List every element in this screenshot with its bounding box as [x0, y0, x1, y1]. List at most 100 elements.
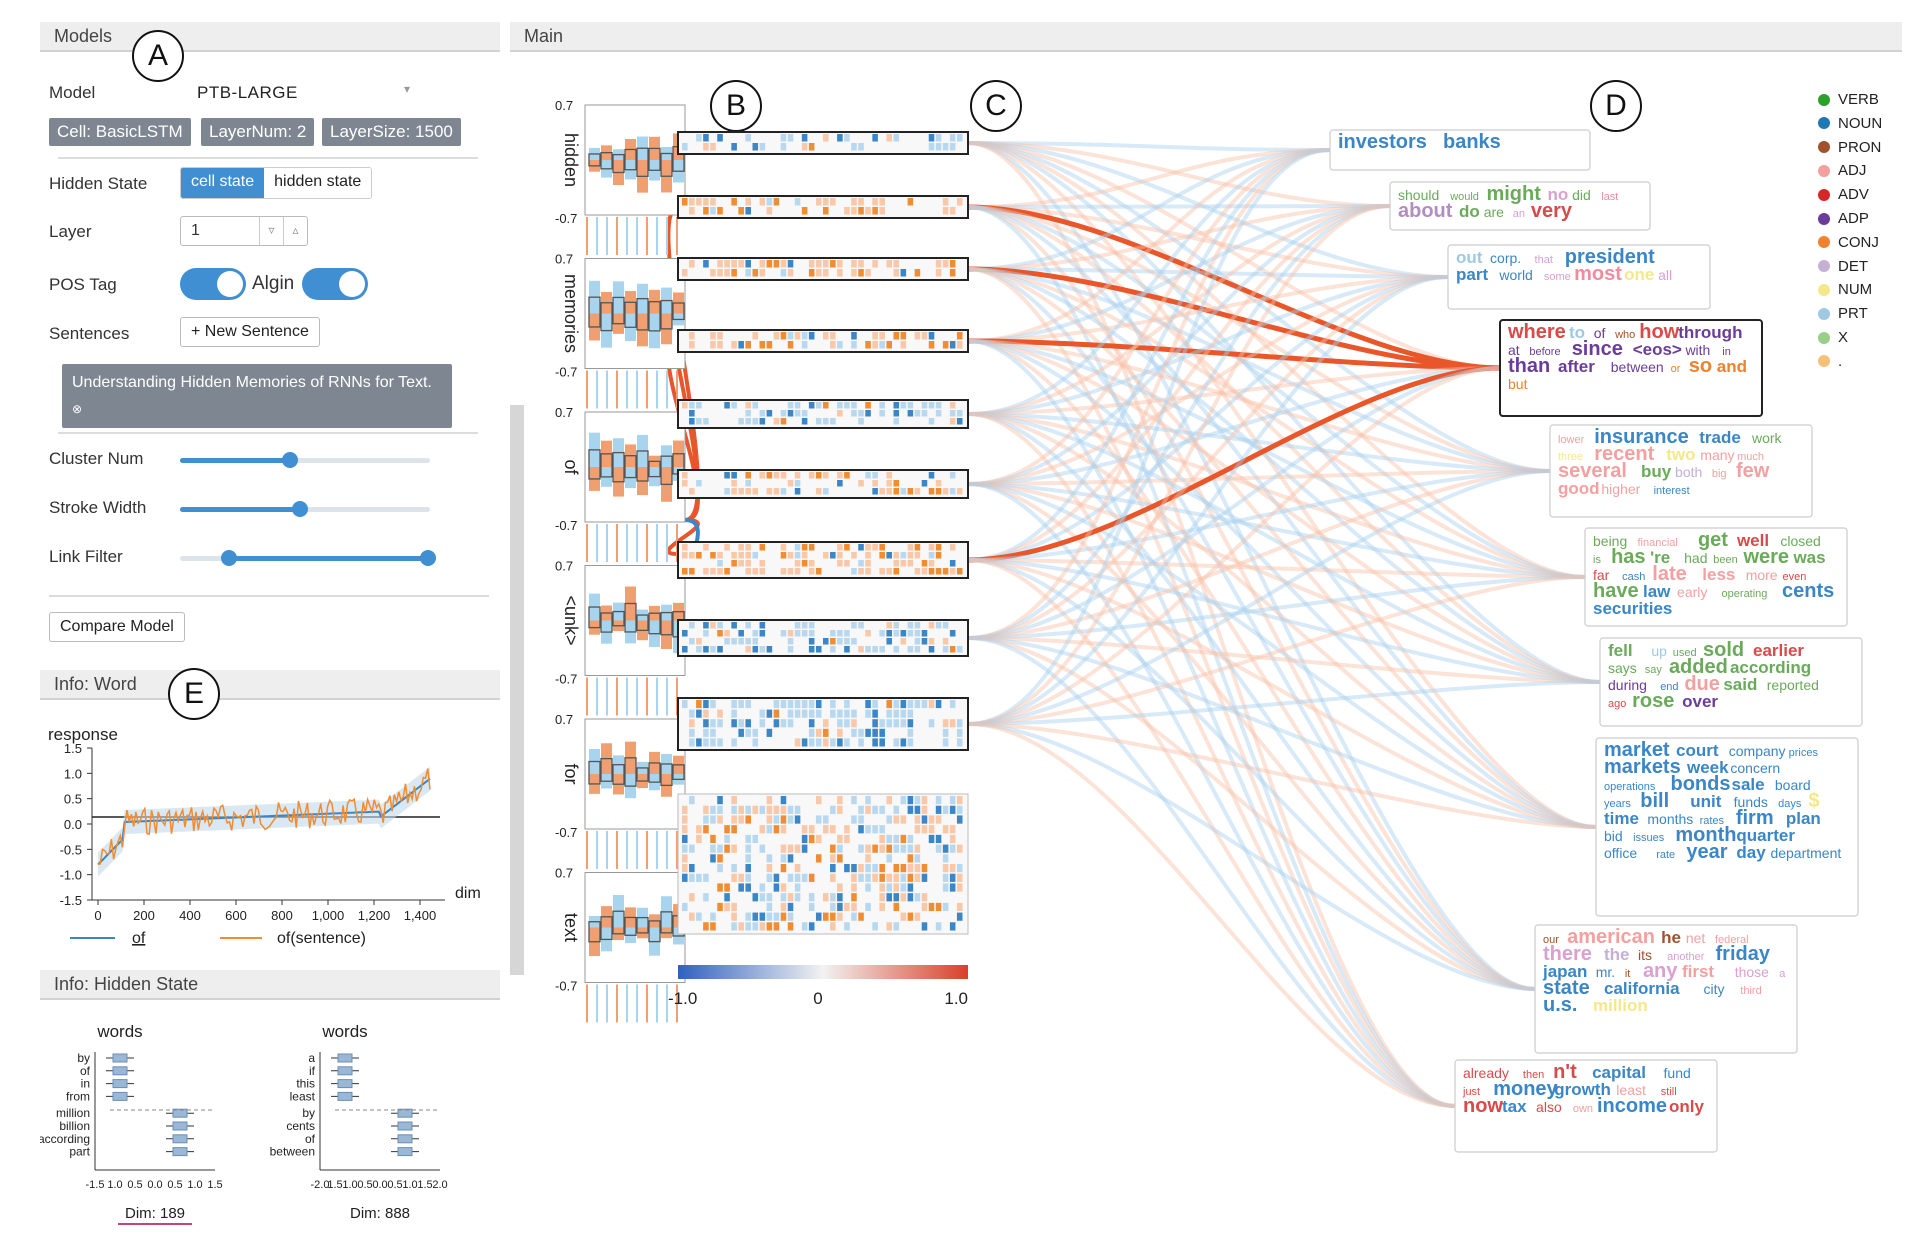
matrix-cell: [787, 341, 794, 349]
pos-legend-item[interactable]: ADP: [1818, 210, 1869, 227]
hidden-state-option[interactable]: hidden state: [264, 168, 372, 198]
matrix-cell: [745, 646, 751, 653]
matrix-cell: [872, 825, 878, 834]
matrix-cell: [689, 638, 695, 645]
pos-legend-item[interactable]: PRT: [1818, 305, 1868, 322]
matrix-cell: [830, 341, 836, 349]
matrix-cell: [759, 341, 766, 349]
cluster-num-handle[interactable]: [282, 452, 298, 468]
matrix-cell: [745, 864, 751, 873]
box: [112, 1079, 128, 1089]
matrix-cell: [942, 873, 949, 882]
matrix-cell: [752, 893, 759, 902]
matrix-cell: [858, 568, 864, 575]
pos-legend-item[interactable]: DET: [1818, 258, 1868, 275]
matrix-cell: [935, 544, 942, 551]
matrix-cell: [949, 472, 956, 479]
axis-top-label: 0.7: [555, 252, 573, 267]
y-tick-label: -1.0: [60, 868, 82, 883]
pos-tag-label: ADJ: [1838, 162, 1867, 180]
axis-bottom-label: -0.7: [555, 979, 577, 994]
align-switch[interactable]: [302, 268, 368, 300]
matrix-cell: [766, 825, 773, 834]
matrix-cell: [801, 560, 808, 567]
layer-input[interactable]: 1: [181, 217, 259, 245]
link-filter-low-handle[interactable]: [221, 550, 237, 566]
hidden-state-toggle: cell state hidden state: [180, 167, 373, 199]
matrix-cell: [879, 825, 885, 834]
matrix-cell: [703, 568, 709, 575]
matrix-cell: [724, 269, 730, 277]
stroke-width-handle[interactable]: [292, 501, 308, 517]
matrix-cell: [738, 873, 744, 882]
sentence-item[interactable]: Understanding Hidden Memories of RNNs fo…: [62, 364, 452, 428]
box: [112, 1066, 128, 1076]
matrix-cell: [893, 873, 900, 882]
pos-legend-item[interactable]: X: [1818, 329, 1848, 346]
link-filter-high-handle[interactable]: [420, 550, 436, 566]
x-tick-label: 2.0: [432, 1179, 447, 1191]
matrix-cell: [851, 260, 857, 268]
matrix-cell: [837, 269, 843, 277]
layer-decrement-icon[interactable]: ▿: [259, 217, 283, 245]
layer-increment-icon[interactable]: ▵: [283, 217, 307, 245]
matrix-cell: [689, 410, 695, 417]
box: [337, 1053, 353, 1063]
matrix-cell: [682, 472, 688, 479]
matrix-cell: [710, 143, 716, 151]
matrix-cell: [928, 332, 935, 340]
matrix-cell: [872, 646, 878, 653]
matrix-cell: [900, 844, 907, 853]
matrix-cell: [773, 709, 780, 718]
matrix-cell: [696, 700, 702, 709]
matrix-cell: [921, 568, 928, 575]
matrix-cell: [773, 912, 780, 921]
matrix-cell: [752, 834, 759, 844]
matrix-cell: [815, 709, 822, 718]
scrollbar[interactable]: [510, 405, 524, 975]
compare-model-button[interactable]: Compare Model: [49, 612, 185, 642]
matrix-cell: [759, 472, 766, 479]
matrix-cell: [956, 198, 963, 206]
matrix-cell: [935, 805, 942, 814]
close-icon[interactable]: ⊗: [72, 402, 82, 416]
dropdown-icon[interactable]: ▾: [404, 82, 410, 96]
matrix-cell: [731, 341, 737, 349]
pos-legend-item[interactable]: NUM: [1818, 281, 1872, 298]
new-sentence-button[interactable]: + New Sentence: [180, 317, 320, 347]
matrix-cell: [689, 873, 695, 882]
cloud-word: do: [1459, 202, 1480, 221]
pos-legend-item[interactable]: NOUN: [1818, 115, 1882, 132]
matrix-cell: [956, 410, 963, 417]
matrix-cell: [731, 922, 737, 931]
pos-legend-item[interactable]: CONJ: [1818, 234, 1879, 251]
matrix-cell: [851, 332, 857, 340]
matrix-cell: [787, 269, 794, 277]
matrix-cell: [907, 402, 914, 409]
x-tick-label: 1.0: [187, 1179, 202, 1191]
matrix-cell: [815, 796, 822, 805]
cloud-word: buy: [1641, 462, 1672, 481]
matrix-cell: [823, 418, 829, 425]
matrix-cell: [837, 893, 843, 902]
pos-legend-item[interactable]: ADJ: [1818, 162, 1866, 179]
matrix-cell: [921, 796, 928, 805]
pos-legend-item[interactable]: .: [1818, 353, 1842, 370]
matrix-cell: [921, 873, 928, 882]
cloud-word: has: [1611, 546, 1645, 568]
matrix-cell: [900, 864, 907, 873]
pos-tag-switch[interactable]: [180, 268, 246, 300]
pos-legend-item[interactable]: PRON: [1818, 139, 1881, 156]
matrix-cell: [879, 728, 885, 737]
matrix-cell: [703, 622, 709, 629]
matrix-cell: [738, 488, 744, 495]
matrix-cell: [759, 198, 766, 206]
matrix-cell: [794, 864, 801, 873]
matrix-cell: [942, 198, 949, 206]
matrix-cell: [872, 805, 878, 814]
pos-legend-item[interactable]: VERB: [1818, 91, 1879, 108]
matrix-cell: [759, 410, 766, 417]
cell-state-option[interactable]: cell state: [181, 168, 265, 198]
pos-legend-item[interactable]: ADV: [1818, 186, 1869, 203]
model-value[interactable]: PTB-LARGE: [197, 83, 298, 103]
